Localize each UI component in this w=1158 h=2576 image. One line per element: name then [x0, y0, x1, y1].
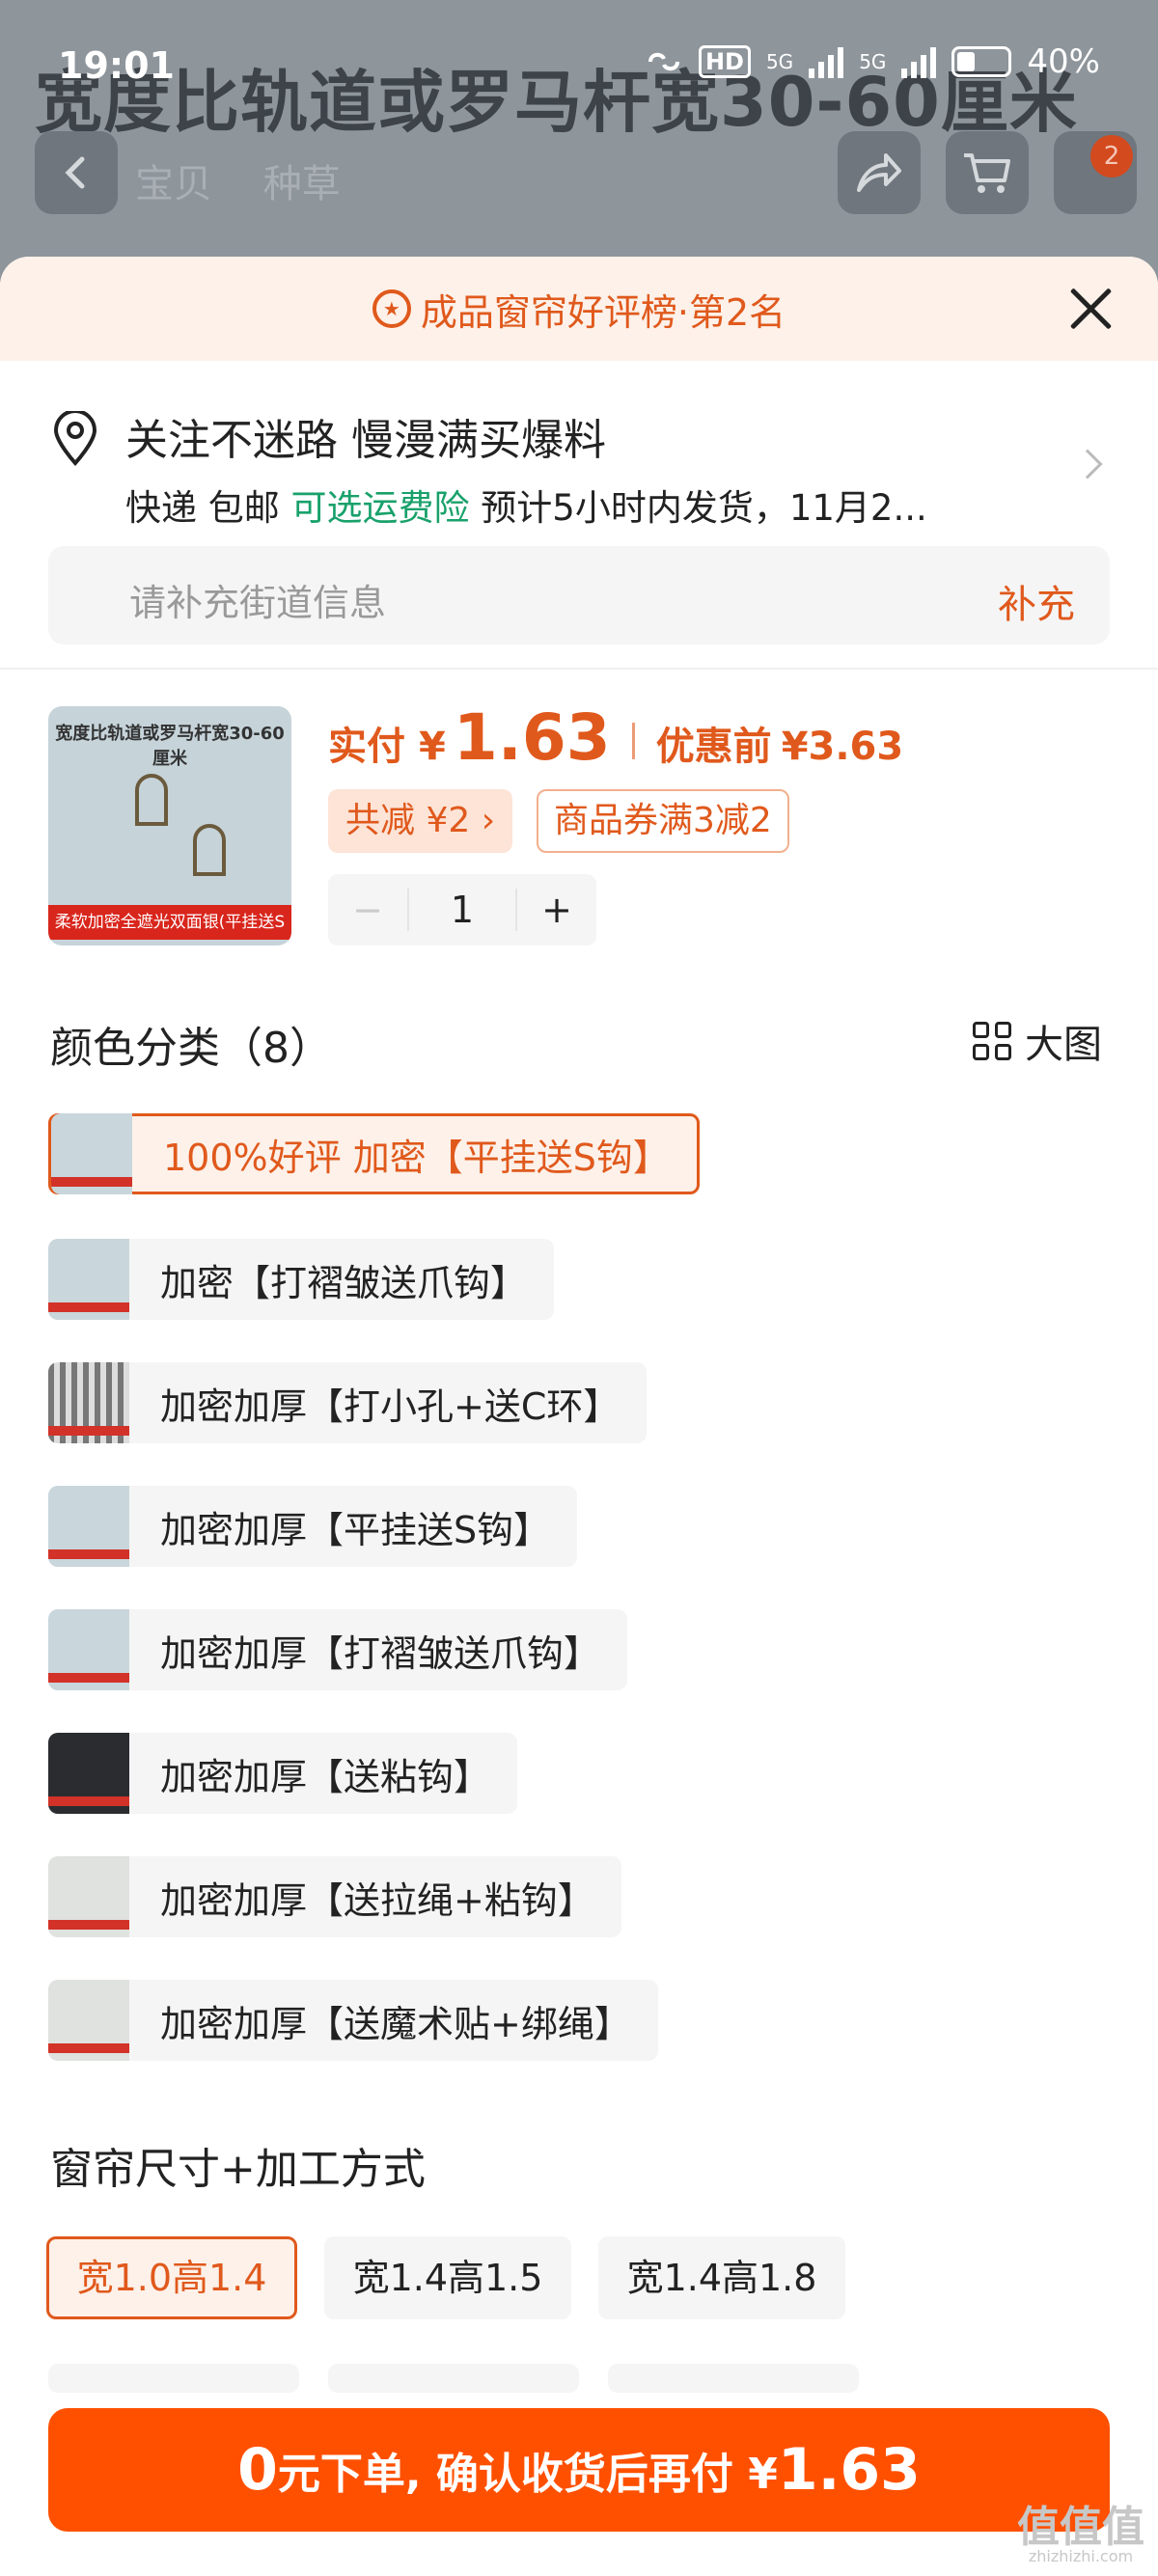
- color-option[interactable]: 加密加厚【送粘钩】: [48, 1733, 518, 1814]
- status-time: 19:01: [58, 44, 175, 87]
- address-name: 关注不迷路 慢漫满买爆料: [125, 416, 606, 465]
- size-option-partial[interactable]: [328, 2364, 579, 2393]
- close-icon[interactable]: [1062, 280, 1119, 338]
- cta-text: 元下单, 确认收货后再付 ¥: [277, 2450, 778, 2499]
- delivery-estimate: 预计5小时内发货，11月2...: [481, 487, 927, 529]
- battery-percent: 40%: [1027, 42, 1100, 81]
- color-option-thumbnail: [51, 1113, 132, 1194]
- sku-selector-sheet: ★ 成品窗帘好评榜·第2名 关注不迷路 慢漫满买爆料 快递 包邮 可选运费险 预…: [0, 257, 1158, 2576]
- color-option[interactable]: 加密加厚【送拉绳+粘钩】: [48, 1856, 621, 1937]
- color-option[interactable]: 加密加厚【送魔术贴+绑绳】: [48, 1980, 658, 2061]
- color-option-label: 加密加厚【送粘钩】: [160, 1755, 491, 1798]
- street-info-placeholder: 请补充街道信息: [129, 582, 387, 624]
- color-option[interactable]: 100%好评 加密【平挂送S钩】: [48, 1113, 700, 1194]
- color-section-title: 颜色分类（8）: [50, 1024, 332, 1073]
- ranking-banner[interactable]: ★ 成品窗帘好评榜·第2名: [0, 257, 1158, 361]
- color-option-thumbnail: [48, 1609, 129, 1690]
- street-info-field[interactable]: 请补充街道信息 补充: [48, 546, 1110, 644]
- grid-icon: [973, 1022, 1011, 1060]
- color-option[interactable]: 加密加厚【平挂送S钩】: [48, 1486, 578, 1567]
- location-pin-icon: [53, 411, 97, 466]
- cta-amount: 1.63: [777, 2436, 921, 2504]
- signal-icon: [809, 45, 844, 78]
- chevron-right-icon: [1072, 449, 1103, 480]
- cart-count-badge: 2: [1090, 135, 1133, 178]
- status-bar: 19:01 HD 5G 5G 40%: [0, 0, 1158, 125]
- courier-text: 快递 包邮: [125, 487, 280, 529]
- link-icon: [648, 52, 679, 71]
- color-option-label: 100%好评 加密【平挂送S钩】: [163, 1136, 670, 1179]
- cart-button[interactable]: [946, 131, 1029, 214]
- color-option-thumbnail: [48, 1980, 129, 2061]
- size-option[interactable]: 宽1.0高1.4: [46, 2236, 297, 2319]
- thumbnail-title: 宽度比轨道或罗马杆宽30-60厘米: [55, 724, 285, 769]
- freight-insurance-link[interactable]: 可选运费险: [291, 487, 470, 529]
- coupon-chip[interactable]: 商品券满3减2: [537, 789, 789, 853]
- background-tabs: 宝贝 种草: [135, 152, 379, 208]
- size-option[interactable]: 宽1.4高1.5: [324, 2236, 571, 2319]
- more-button[interactable]: 2: [1054, 131, 1137, 214]
- quantity-stepper: − 1 +: [328, 874, 596, 945]
- size-option-partial[interactable]: [48, 2364, 299, 2393]
- color-option-label: 加密加厚【打小孔+送C环】: [160, 1384, 620, 1428]
- share-icon: [857, 153, 901, 192]
- hd-icon: HD: [698, 45, 751, 78]
- hook-graphic: [135, 774, 168, 826]
- watermark-main: 值值值: [1017, 2503, 1144, 2552]
- currency-symbol: ¥: [419, 725, 446, 769]
- battery-icon: [951, 46, 1012, 77]
- paid-label: 实付: [328, 725, 405, 769]
- color-option-label: 加密加厚【送拉绳+粘钩】: [160, 1878, 594, 1922]
- price-row: 实付 ¥ 1.63 优惠前 ¥3.63: [328, 700, 903, 775]
- color-option-label: 加密加厚【打褶皱送爪钩】: [160, 1631, 601, 1675]
- increase-button[interactable]: +: [517, 889, 596, 931]
- divider: [0, 668, 1158, 670]
- delivery-info: 快递 包邮 可选运费险 预计5小时内发货，11月2...: [125, 479, 927, 531]
- cta-zero: 0: [237, 2436, 278, 2504]
- add-street-button[interactable]: 补充: [998, 573, 1075, 629]
- signal-icon-2: [901, 45, 937, 78]
- color-option-label: 加密加厚【平挂送S钩】: [160, 1508, 551, 1551]
- place-order-button[interactable]: 0 元下单, 确认收货后再付 ¥ 1.63: [48, 2408, 1110, 2532]
- decrease-button[interactable]: −: [328, 889, 407, 931]
- color-option-thumbnail: [48, 1362, 129, 1443]
- final-price: 1.63: [453, 700, 611, 775]
- watermark-sub: zhizhizhi.com: [1028, 2547, 1134, 2565]
- size-option-partial[interactable]: [608, 2364, 859, 2393]
- net-5g-2: 5G: [859, 50, 887, 73]
- medal-icon: ★: [372, 289, 411, 328]
- color-option-thumbnail: [48, 1239, 129, 1320]
- color-option-label: 加密加厚【送魔术贴+绑绳】: [160, 2002, 631, 2045]
- size-section-title: 窗帘尺寸+加工方式: [50, 2145, 426, 2194]
- thumbnail-banner: 柔软加密全遮光双面银(平挂送S钩): [48, 905, 291, 940]
- color-option-thumbnail: [48, 1486, 129, 1567]
- size-option[interactable]: 宽1.4高1.8: [598, 2236, 845, 2319]
- color-option-thumbnail: [48, 1856, 129, 1937]
- product-thumbnail[interactable]: 宽度比轨道或罗马杆宽30-60厘米 柔软加密全遮光双面银(平挂送S钩): [48, 706, 291, 945]
- color-option-label: 加密【打褶皱送爪钩】: [160, 1261, 528, 1304]
- color-option[interactable]: 加密【打褶皱送爪钩】: [48, 1239, 555, 1320]
- cart-icon: [964, 153, 1010, 193]
- before-discount-price: ¥3.63: [781, 725, 904, 769]
- price-separator: [631, 723, 635, 759]
- watermark-logo: 值值值 zhizhizhi.com: [1017, 2507, 1144, 2564]
- status-icons: HD 5G 5G 40%: [645, 42, 1100, 81]
- hook-graphic: [193, 824, 226, 876]
- quantity-value[interactable]: 1: [407, 889, 517, 931]
- tab-zhongcao[interactable]: 种草: [263, 162, 341, 206]
- tab-baobei[interactable]: 宝贝: [135, 162, 212, 206]
- share-button[interactable]: [838, 131, 921, 214]
- total-discount-chip[interactable]: 共减 ¥2 ›: [328, 789, 513, 853]
- color-option[interactable]: 加密加厚【打褶皱送爪钩】: [48, 1609, 628, 1690]
- back-arrow-icon: [65, 156, 85, 189]
- big-view-toggle[interactable]: 大图: [973, 1013, 1102, 1069]
- color-option-thumbnail: [48, 1733, 129, 1814]
- back-button[interactable]: [35, 131, 118, 214]
- big-view-label: 大图: [1025, 1023, 1102, 1067]
- ranking-text: 成品窗帘好评榜·第2名: [420, 290, 786, 334]
- before-discount-label: 优惠前: [655, 725, 772, 769]
- net-5g-1: 5G: [765, 50, 794, 73]
- color-option[interactable]: 加密加厚【打小孔+送C环】: [48, 1362, 648, 1443]
